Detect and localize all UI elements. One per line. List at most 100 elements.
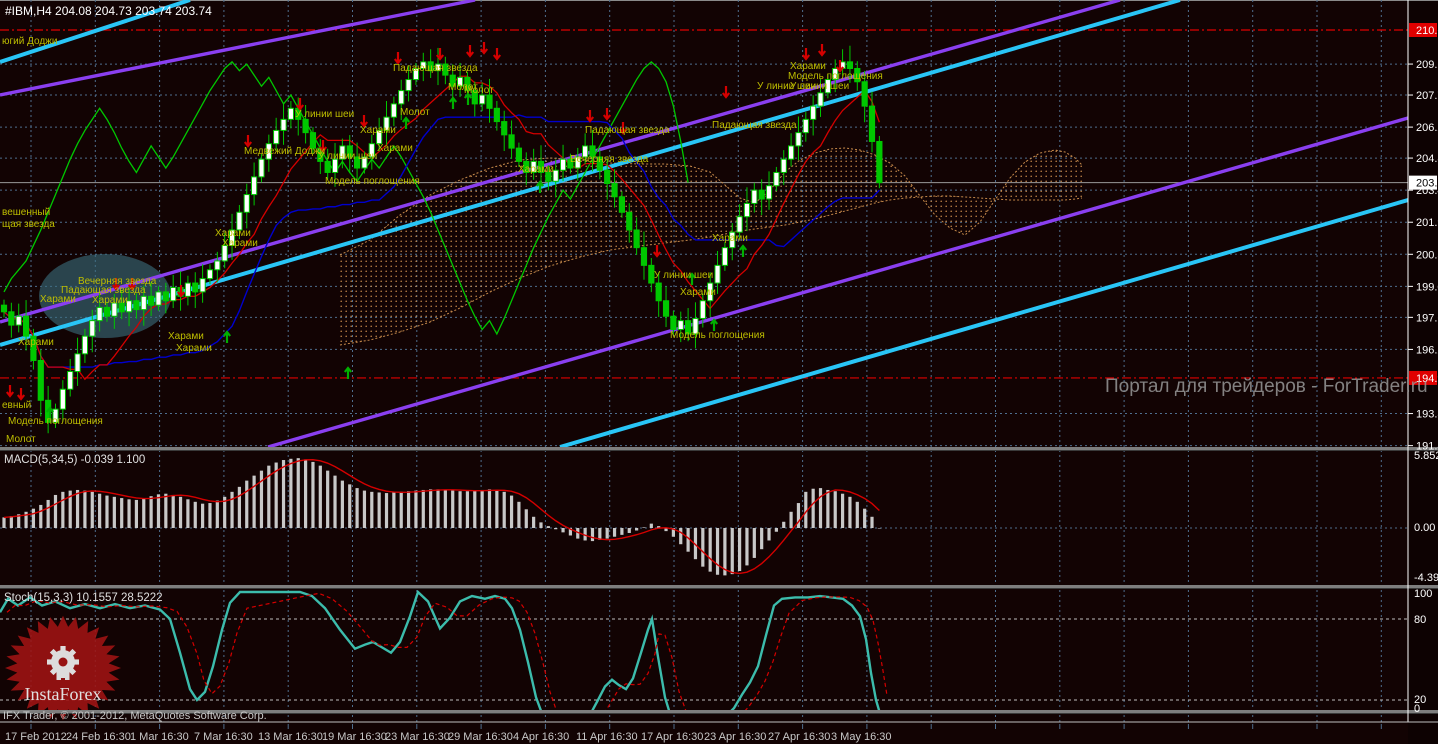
macd-histogram-bar	[142, 498, 146, 528]
macd-histogram-bar	[201, 503, 205, 528]
pattern-annotation-label: Модель поглощения	[670, 330, 765, 341]
candle-body	[604, 169, 611, 185]
price-tick-label: 197.65	[1416, 312, 1438, 324]
macd-histogram-bar	[83, 490, 87, 528]
macd-histogram-bar	[443, 489, 447, 528]
macd-histogram-bar	[465, 491, 470, 528]
time-tick-label: 19 Mar 16:30	[322, 731, 387, 743]
candle-body	[773, 171, 780, 187]
macd-histogram-bar	[612, 528, 617, 537]
pattern-annotation-label: Харами	[92, 295, 128, 306]
macd-histogram-bar	[252, 475, 256, 528]
macd-axis-label: 0.00	[1414, 522, 1435, 534]
pattern-annotation-label: Молот	[464, 85, 494, 96]
macd-histogram-bar	[451, 490, 455, 528]
macd-histogram-bar	[752, 528, 756, 558]
pattern-annotation-label: Харами	[680, 287, 716, 298]
candle-body	[324, 160, 331, 173]
candle-body	[493, 107, 500, 123]
candle-body	[515, 147, 523, 162]
macd-histogram-bar	[237, 486, 241, 528]
time-tick-label: 23 Apr 16:30	[704, 731, 766, 743]
macd-histogram-bar	[370, 491, 374, 528]
candle-body	[758, 189, 765, 200]
candle-body	[559, 158, 567, 171]
macd-histogram-bar	[75, 489, 80, 528]
macd-histogram-bar	[679, 528, 683, 545]
candle-body	[633, 229, 640, 249]
time-tick-label: 4 Apr 16:30	[513, 731, 569, 743]
candle-body	[15, 315, 22, 326]
macd-histogram-bar	[811, 488, 815, 528]
instaforex-logo-text: InstaForex	[25, 684, 102, 704]
macd-histogram-bar	[303, 459, 308, 528]
macd-histogram-bar	[127, 499, 131, 528]
macd-histogram-bar	[620, 528, 624, 535]
pattern-annotation-label: Вечерняя звезда	[570, 154, 649, 165]
level-price-label: 203.74	[1416, 178, 1438, 190]
macd-histogram-bar	[9, 516, 13, 528]
macd-histogram-bar	[627, 528, 631, 533]
chart-title-ohlc: #IBM,H4 204.08 204.73 203.74 203.74	[5, 4, 212, 18]
pattern-annotation-label: щая звезда	[2, 219, 55, 230]
macd-histogram-bar	[186, 499, 190, 528]
macd-histogram-bar	[259, 470, 264, 528]
candle-body	[677, 320, 684, 331]
time-tick-label: 17 Apr 16:30	[641, 731, 703, 743]
stoch-axis-label: 0	[1414, 703, 1420, 715]
macd-histogram-bar	[848, 496, 852, 528]
macd-histogram-bar	[31, 508, 36, 528]
macd-histogram-bar	[193, 501, 197, 528]
pattern-annotation-label: Харами	[360, 125, 396, 136]
candle-body	[184, 282, 192, 297]
panel-separator[interactable]	[0, 447, 1438, 450]
macd-histogram-bar	[789, 511, 793, 528]
pattern-annotation-label: Молот	[6, 434, 36, 445]
candle-body	[721, 247, 728, 266]
candle-body	[868, 105, 876, 142]
candle-body	[751, 189, 758, 204]
macd-histogram-bar	[495, 489, 499, 528]
candle-body	[405, 79, 412, 92]
macd-histogram-bar	[598, 528, 602, 540]
candle-body	[618, 196, 626, 213]
price-tick-label: 207.70	[1416, 90, 1438, 102]
macd-histogram-bar	[105, 495, 109, 528]
candle-body	[655, 282, 662, 302]
candle-body	[398, 90, 405, 105]
price-tick-label: 200.50	[1416, 249, 1438, 261]
time-tick-label: 27 Apr 16:30	[768, 731, 830, 743]
macd-histogram-bar	[296, 458, 300, 528]
macd-histogram-bar	[833, 491, 837, 528]
pattern-annotation-label: Падающая звезда	[712, 120, 797, 131]
macd-histogram-bar	[362, 490, 367, 528]
pattern-annotation-label: вешенный	[2, 207, 50, 218]
time-tick-label: 3 May 16:30	[831, 731, 892, 743]
panel-separator[interactable]	[0, 585, 1438, 588]
candle-body	[96, 306, 103, 322]
candle-body	[0, 304, 8, 313]
macd-histogram-bar	[326, 470, 330, 528]
pattern-annotation-label: Харами	[222, 238, 258, 249]
pattern-annotation-label: югий Доджи	[2, 36, 57, 47]
macd-histogram-bar	[818, 488, 823, 528]
candle-body	[199, 278, 206, 293]
macd-histogram-bar	[532, 516, 536, 528]
candle-body	[552, 169, 559, 182]
candle-body	[876, 140, 883, 184]
pattern-annotation-label: У линии шеи	[790, 81, 849, 92]
candle-body	[155, 291, 162, 306]
pattern-annotation-label: Харами	[18, 337, 54, 348]
macd-histogram-bar	[245, 480, 249, 528]
candle-body	[67, 371, 74, 390]
macd-histogram-bar	[208, 503, 212, 528]
candle-body	[74, 353, 81, 373]
candle-body	[140, 295, 147, 311]
macd-histogram-bar	[855, 501, 859, 528]
price-tick-label: 206.25	[1416, 122, 1438, 134]
chart-canvas[interactable]: InstaForex 209.10207.70206.25204.85203.4…	[0, 0, 1438, 744]
price-tick-label: 199.05	[1416, 281, 1438, 293]
candle-body	[148, 295, 155, 306]
candle-body	[206, 269, 214, 280]
price-tick-label: 193.30	[1416, 409, 1438, 421]
